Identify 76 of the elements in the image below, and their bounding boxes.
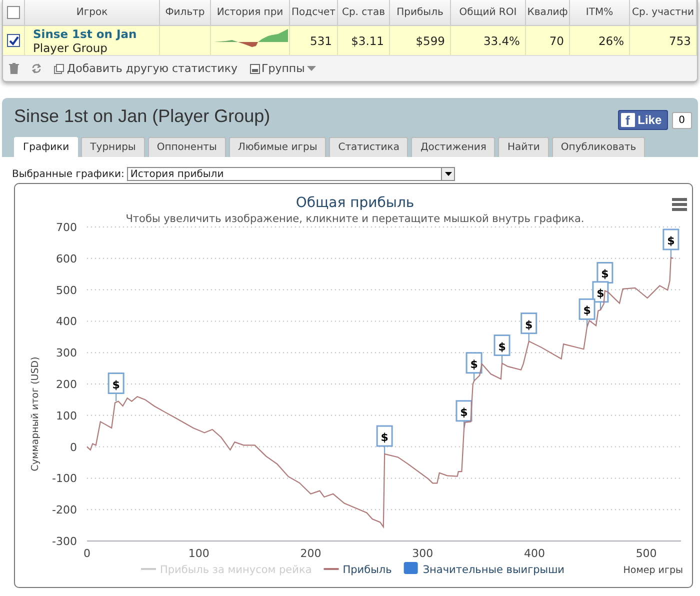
menu-icon[interactable] [672, 198, 687, 211]
annotation: $ [380, 431, 388, 444]
legend-item[interactable]: Прибыль [342, 564, 392, 576]
x-tick-label: 200 [300, 547, 322, 560]
column-header[interactable]: Подсчет [290, 0, 338, 26]
checkbox[interactable] [7, 34, 20, 47]
column-header[interactable]: Общий ROI [451, 0, 526, 26]
table-cell: 33.4% [451, 26, 526, 56]
column-header[interactable]: Фильтр [160, 0, 211, 26]
y-tick-label: -300 [52, 535, 77, 548]
trash-icon[interactable] [9, 63, 19, 74]
x-tick-label: 400 [524, 547, 545, 560]
column-header[interactable]: Ср. став [338, 0, 390, 26]
panel-icon [250, 64, 260, 74]
group-title: Sinse 1st on Jan (Player Group) [14, 106, 270, 127]
y-tick-label: 300 [56, 346, 77, 360]
annotation: $ [525, 318, 533, 332]
annotation: $ [667, 234, 675, 248]
annotation: $ [460, 406, 468, 419]
player-link[interactable]: Sinse 1st on Jan [33, 26, 137, 40]
x-tick-label: 500 [636, 547, 657, 560]
add-statistic-button[interactable]: Добавить другую статистику [54, 62, 238, 75]
tab[interactable]: Опубликовать [552, 137, 646, 157]
copy-icon [54, 64, 64, 74]
like-button[interactable]: f Like [618, 110, 668, 130]
table-cell: 70 [526, 26, 570, 56]
column-header[interactable]: Квалиф [526, 0, 570, 26]
player-type: Player Group [33, 40, 108, 54]
y-tick-label: 0 [70, 440, 77, 454]
caret-icon [306, 66, 316, 72]
annotation: $ [601, 268, 609, 281]
y-tick-label: -200 [52, 504, 77, 517]
column-header[interactable]: Ср. участни [630, 0, 697, 26]
annotation: $ [470, 358, 478, 371]
tab[interactable]: Турниры [81, 137, 145, 157]
x-tick-label: 100 [188, 547, 210, 560]
tab[interactable]: Достижения [411, 137, 496, 157]
table-cell: $599 [390, 26, 451, 56]
table-cell: $3.11 [338, 26, 390, 56]
tab[interactable]: Графики [14, 137, 78, 157]
tab[interactable]: Оппоненты [148, 137, 226, 157]
annotation: $ [596, 286, 604, 300]
table-cell: 753 [630, 26, 697, 56]
chart-subtitle: Чтобы увеличить изображение, кликните и перетащите мышкой внутрь графика. [126, 213, 584, 225]
x-axis-label: Номер игры [623, 565, 683, 576]
groups-dropdown[interactable]: Группы [250, 62, 316, 75]
tab[interactable]: Найти [498, 137, 549, 157]
tab[interactable]: Статистика [329, 137, 408, 157]
y-tick-label: 700 [56, 221, 77, 234]
column-header[interactable]: ITM% [570, 0, 630, 26]
annotation: $ [498, 340, 506, 354]
y-tick-label: 100 [56, 409, 77, 422]
y-tick-label: 500 [56, 284, 77, 297]
column-header[interactable]: Прибыль [390, 0, 451, 26]
x-tick-label: 0 [84, 547, 90, 560]
chart-select[interactable]: История прибыли [127, 167, 456, 181]
tab[interactable]: Любимые игры [228, 137, 326, 157]
legend-item[interactable]: Значительные выигрыши [422, 564, 565, 576]
y-tick-label: 400 [56, 315, 77, 328]
chart-select-label: Выбранные графики: [12, 168, 124, 180]
y-axis-label: Суммарный итог (USD) [30, 356, 41, 472]
like-count: 0 [672, 112, 692, 128]
y-tick-label: 200 [56, 378, 77, 391]
annotation: $ [583, 304, 591, 318]
y-tick-label: 600 [56, 252, 77, 266]
column-header[interactable]: Игрок [25, 0, 160, 26]
annotation: $ [112, 378, 120, 392]
y-tick-label: -100 [52, 472, 77, 486]
caret-icon [444, 172, 452, 176]
column-header[interactable]: История при [211, 0, 290, 26]
chart-title: Общая прибыль [296, 195, 414, 211]
refresh-icon[interactable] [31, 63, 42, 74]
table-cell: 26% [570, 26, 630, 56]
checkbox[interactable] [7, 6, 20, 19]
x-tick-label: 300 [412, 547, 434, 560]
table-cell: 531 [290, 26, 338, 56]
